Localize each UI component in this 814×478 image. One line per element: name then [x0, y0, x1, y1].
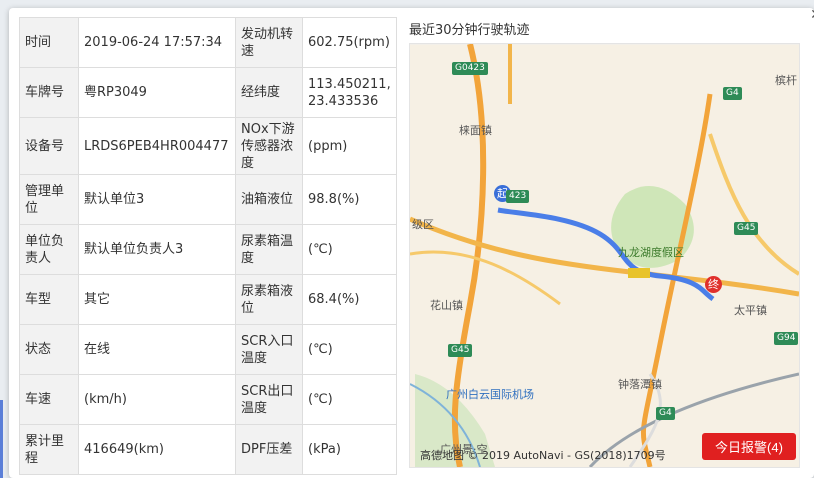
field-value: 粤RP3049 — [78, 67, 236, 118]
vehicle-info-table: 时间 2019-06-24 17:57:34 发动机转速 602.75(rpm) 车牌号… — [19, 17, 397, 475]
field-value: (ppm) — [302, 117, 397, 175]
field-value: 其它 — [78, 274, 236, 325]
field-label: 车型 — [19, 274, 79, 325]
end-marker[interactable]: 终 — [705, 276, 722, 293]
field-value: (℃) — [302, 224, 397, 275]
map-label: 广州白云国际机场 — [446, 388, 534, 401]
map-label: 槟杆 — [775, 74, 797, 87]
today-alarm-button[interactable]: 今日报警(4) — [702, 433, 796, 460]
info-row: 时间 2019-06-24 17:57:34 发动机转速 602.75(rpm) — [19, 17, 397, 68]
info-row: 状态 在线 SCR入口温度 (℃) — [19, 324, 397, 375]
field-label: DPF压差 — [235, 424, 303, 475]
road-shield: G45 — [734, 222, 759, 235]
info-row: 车牌号 粤RP3049 经纬度 113.450211, 23.433536 — [19, 67, 397, 118]
map-label: 梾面镇 — [459, 124, 492, 137]
field-value: 68.4(%) — [302, 274, 397, 325]
field-label: 发动机转速 — [235, 17, 303, 68]
map-label: 九龙湖度假区 — [618, 246, 684, 259]
field-label: SCR入口温度 — [235, 324, 303, 375]
info-row: 累计里程 416649(km) DPF压差 (kPa) — [19, 424, 397, 475]
field-value: (km/h) — [78, 374, 236, 425]
road-shield: 423 — [506, 190, 530, 203]
field-value: 默认单位负责人3 — [78, 224, 236, 275]
field-value: 2019-06-24 17:57:34 — [78, 17, 236, 68]
road-shield: G4 — [723, 87, 742, 100]
field-value: 默认单位3 — [78, 174, 236, 225]
field-value: (℃) — [302, 324, 397, 375]
map-label: 太平镇 — [734, 304, 767, 317]
field-label: NOx下游传感器浓度 — [235, 117, 303, 175]
field-value: 113.450211, 23.433536 — [302, 67, 397, 118]
field-value: 在线 — [78, 324, 236, 375]
map-canvas — [410, 44, 799, 467]
field-value: 602.75(rpm) — [302, 17, 397, 68]
field-value: LRDS6PEB4HR004477 — [78, 117, 236, 175]
road-shield: G4 — [656, 407, 675, 420]
field-label: 状态 — [19, 324, 79, 375]
field-label: 设备号 — [19, 117, 79, 175]
road-shield: G94 — [774, 332, 799, 345]
road-shield: G45 — [448, 344, 473, 357]
field-label: 管理单位 — [19, 174, 79, 225]
info-row: 管理单位 默认单位3 油箱液位 98.8(%) — [19, 174, 397, 225]
info-row: 车速 (km/h) SCR出口温度 (℃) — [19, 374, 397, 425]
info-row: 车型 其它 尿素箱液位 68.4(%) — [19, 274, 397, 325]
field-label: 尿素箱温度 — [235, 224, 303, 275]
field-label: SCR出口温度 — [235, 374, 303, 425]
field-label: 车牌号 — [19, 67, 79, 118]
vehicle-info-popup: ✕ 时间2019-06-24 17:57:34发动机转速602.75(rpm)车… — [9, 8, 814, 478]
map-label: 钟落潭镇 — [618, 378, 662, 391]
track-map[interactable]: 起 终 G0423 G4 G45 G45 G94 G4 423 梾面镇 九龙湖度… — [409, 43, 800, 468]
field-label: 尿素箱液位 — [235, 274, 303, 325]
field-label: 油箱液位 — [235, 174, 303, 225]
map-copyright: 高德地图 © 2019 AutoNavi - GS(2018)1709号 — [420, 449, 666, 462]
field-label: 经纬度 — [235, 67, 303, 118]
field-label: 累计里程 — [19, 424, 79, 475]
field-value: (kPa) — [302, 424, 397, 475]
road-shield: G0423 — [452, 62, 488, 75]
field-value: 98.8(%) — [302, 174, 397, 225]
map-label: 花山镇 — [430, 299, 463, 312]
close-icon[interactable]: ✕ — [809, 8, 814, 22]
field-label: 车速 — [19, 374, 79, 425]
field-value: (℃) — [302, 374, 397, 425]
info-row: 设备号 LRDS6PEB4HR004477 NOx下游传感器浓度 (ppm) — [19, 117, 397, 175]
map-title: 最近30分钟行驶轨迹 — [409, 23, 530, 38]
info-row: 单位负责人 默认单位负责人3 尿素箱温度 (℃) — [19, 224, 397, 275]
field-label: 时间 — [19, 17, 79, 68]
field-value: 416649(km) — [78, 424, 236, 475]
field-label: 单位负责人 — [19, 224, 79, 275]
map-label: 级区 — [412, 218, 434, 231]
